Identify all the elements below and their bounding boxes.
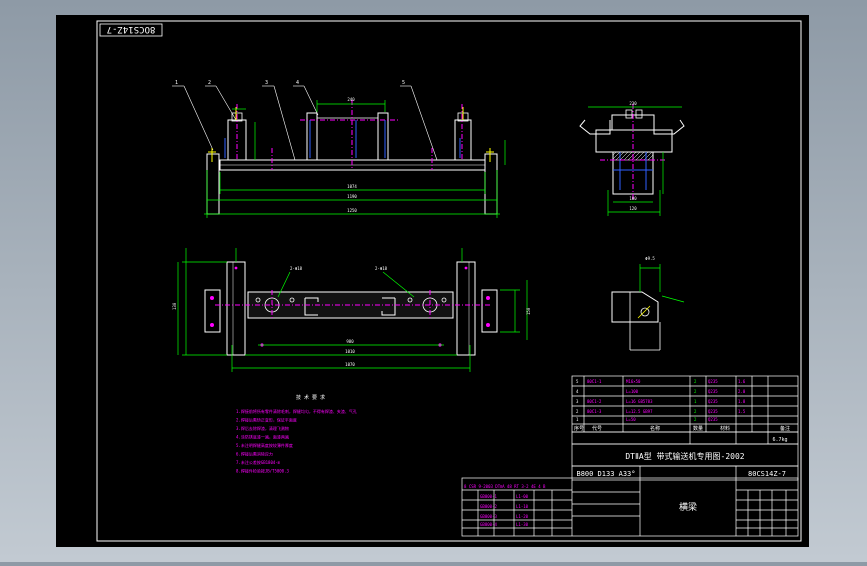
svg-text:Q235: Q235 xyxy=(708,379,718,384)
svg-text:1010: 1010 xyxy=(345,349,355,354)
svg-text:240: 240 xyxy=(347,97,355,102)
svg-text:Q235: Q235 xyxy=(708,399,718,404)
svg-text:8 CSR 9-2003 DTⅡA 48 RT 3-2 4E: 8 CSR 9-2003 DTⅡA 48 RT 3-2 4E 4 B xyxy=(464,484,546,489)
svg-text:Q235: Q235 xyxy=(708,409,718,414)
svg-text:L1-00: L1-00 xyxy=(516,494,529,499)
svg-text:Φ9.5: Φ9.5 xyxy=(645,256,655,261)
note-line: 4.涂防锈底漆一遍，面漆两遍 xyxy=(236,434,289,440)
drawing-sheet xyxy=(56,15,809,547)
svg-text:L1-30: L1-30 xyxy=(516,522,529,527)
drawing-title: DTⅡA型 带式输送机专用图-2002 xyxy=(625,451,744,461)
note-line: 8.焊接件检验按JB/T5000.3 xyxy=(236,468,289,474)
svg-text:Q235: Q235 xyxy=(708,417,718,422)
drawing-code-mid: B800 D133 A33° xyxy=(576,470,635,478)
svg-text:100: 100 xyxy=(629,196,637,201)
svg-text:L=12.5 GB97: L=12.5 GB97 xyxy=(626,409,653,414)
svg-text:80C1-3: 80C1-3 xyxy=(587,409,602,414)
note-line: 2.焊接后需矫正变形，保证平面度 xyxy=(236,417,297,423)
svg-text:2: 2 xyxy=(208,80,211,86)
svg-text:130: 130 xyxy=(172,302,177,310)
svg-text:2.0: 2.0 xyxy=(738,389,746,394)
parts-header-cell: 代号 xyxy=(592,425,602,432)
svg-text:2-Φ18: 2-Φ18 xyxy=(375,266,388,271)
svg-text:GB800-3: GB800-3 xyxy=(480,514,497,519)
part-mass: 6.7kg xyxy=(772,437,787,443)
drawing-code-text: 8OCS14Z-7 xyxy=(107,24,156,34)
parts-header-cell: 备注 xyxy=(780,425,790,432)
svg-text:L=100: L=100 xyxy=(626,389,639,394)
part-name: 横梁 xyxy=(679,501,697,513)
drawing-canvas: 8OCS14Z-7 1074 1190 1250 240 1 2 3 4 5 9… xyxy=(56,15,809,547)
parts-header-cell: 名称 xyxy=(650,425,660,432)
notes-title: 技 术 要 求 xyxy=(296,394,325,401)
parts-header-cell: 数量 xyxy=(693,425,703,432)
svg-text:80C1-2: 80C1-2 xyxy=(587,399,602,404)
svg-text:GB800-4: GB800-4 xyxy=(480,522,497,527)
svg-text:120: 120 xyxy=(629,206,637,211)
note-line: 6.焊接后需消除应力 xyxy=(236,451,273,457)
svg-text:1: 1 xyxy=(175,80,178,86)
svg-text:1070: 1070 xyxy=(345,362,355,367)
svg-text:1.5: 1.5 xyxy=(738,409,746,414)
parts-header-cell: 材料 xyxy=(720,425,730,432)
parts-header-cell: 序号 xyxy=(574,425,584,432)
cad-viewport[interactable]: 8OCS14Z-7 1074 1190 1250 240 1 2 3 4 5 9… xyxy=(0,0,867,562)
svg-text:3: 3 xyxy=(265,80,268,86)
svg-text:80C1-1: 80C1-1 xyxy=(587,379,602,384)
svg-text:230: 230 xyxy=(629,101,637,106)
svg-text:L=16 GB5783: L=16 GB5783 xyxy=(626,399,653,404)
note-line: 5.未注明焊缝高度按较薄件厚度 xyxy=(236,442,293,448)
note-line: 1.焊接前将所有零件清除毛刺，焊缝均匀，不得有焊渣、夹渣、气孔 xyxy=(236,408,357,414)
svg-text:GB800-2: GB800-2 xyxy=(480,504,497,509)
svg-text:1074: 1074 xyxy=(347,184,357,189)
svg-text:150: 150 xyxy=(526,307,531,315)
svg-text:L1-10: L1-10 xyxy=(516,504,529,509)
note-line: 3.焊后去除焊渣，清理飞溅物 xyxy=(236,425,289,431)
svg-text:1250: 1250 xyxy=(347,208,357,213)
svg-text:2-Φ18: 2-Φ18 xyxy=(290,266,303,271)
svg-text:1.8: 1.8 xyxy=(738,399,746,404)
svg-text:5: 5 xyxy=(402,80,405,86)
drawing-code-box: 8OCS14Z-7 xyxy=(99,23,163,37)
svg-text:GB800-1: GB800-1 xyxy=(480,494,497,499)
svg-text:980: 980 xyxy=(346,339,354,344)
svg-text:1.6: 1.6 xyxy=(738,379,746,384)
svg-text:L=50: L=50 xyxy=(626,417,636,422)
svg-text:Q235: Q235 xyxy=(708,389,718,394)
note-line: 7.未注公差按GB1804-m xyxy=(236,459,281,465)
svg-text:M16×50: M16×50 xyxy=(626,379,641,384)
svg-text:4: 4 xyxy=(296,80,299,86)
svg-text:L1-20: L1-20 xyxy=(516,514,529,519)
drawing-code-right: 80CS14Z-7 xyxy=(748,470,786,478)
svg-text:1190: 1190 xyxy=(347,194,357,199)
